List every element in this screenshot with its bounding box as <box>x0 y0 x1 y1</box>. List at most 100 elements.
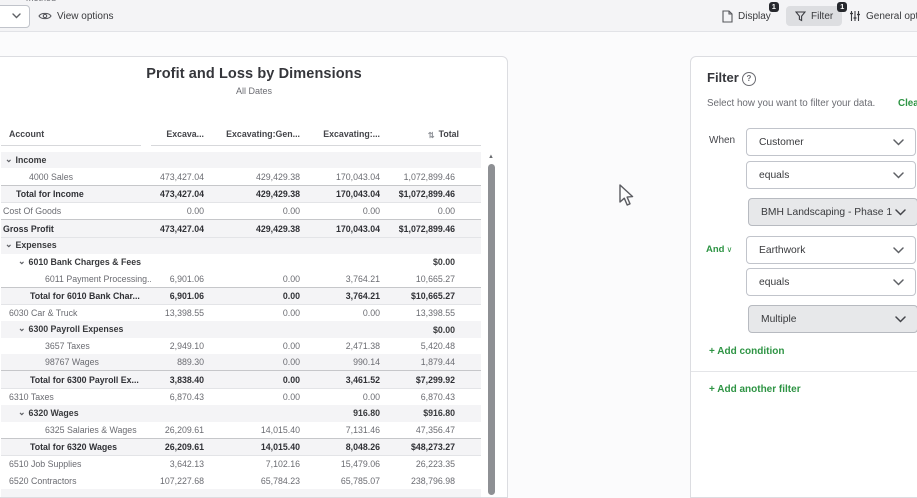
table-row[interactable]: 3657 Taxes 2,949.10 0.00 2,471.38 5,420.48 <box>1 338 481 354</box>
amount-cell: 65,784.23 <box>260 475 300 486</box>
total-cell: 6,870.43 <box>420 391 455 402</box>
amount-cell: 3,642.13 <box>169 459 204 470</box>
account-cell: Total for 6320 Wages <box>1 442 151 452</box>
total-cell: $10,665.27 <box>410 290 455 301</box>
table-row[interactable] <box>1 488 481 497</box>
filter2-value-dropdown[interactable]: Multiple <box>748 305 917 333</box>
table-row[interactable]: Total for 6320 Wages 26,209.61 14,015.40 8,… <box>1 437 481 457</box>
add-condition-link[interactable]: + Add condition <box>709 346 784 357</box>
amount-cell: 0.00 <box>282 206 300 217</box>
table-row[interactable]: 6520 Contractors 107,227.68 65,784.23 65,78… <box>1 473 481 489</box>
chevron-down-icon[interactable]: ⌄ <box>18 257 26 267</box>
chevron-down-icon[interactable]: ⌄ <box>5 155 13 165</box>
amount-cell: 473,427.04 <box>159 188 204 199</box>
table-row[interactable]: ⌄ 6320 Wages 916.80 $916.80 <box>1 405 481 422</box>
add-another-filter-link[interactable]: + Add another filter <box>709 384 801 395</box>
total-cell: $916.80 <box>423 408 455 419</box>
account-cell: Total for 6010 Bank Char... <box>1 291 151 301</box>
chevron-down-icon[interactable]: ⌄ <box>18 324 26 334</box>
amount-cell: 0.00 <box>282 290 300 301</box>
filter1-field-dropdown[interactable]: Customer <box>746 128 916 156</box>
table-row[interactable]: ⌄ Income <box>1 152 481 169</box>
filter2-field-dropdown[interactable]: Earthwork <box>746 236 916 264</box>
total-cell: 238,796.98 <box>410 475 455 486</box>
scroll-up-arrow[interactable]: ▲ <box>487 154 495 160</box>
table-row[interactable]: Total for Income 473,427.04 429,429.38 170,… <box>1 184 481 204</box>
vertical-scrollbar[interactable]: ▲ <box>487 154 495 497</box>
chevron-down-icon <box>895 209 906 216</box>
filter2-operator-dropdown[interactable]: equals <box>746 268 916 296</box>
amount-cell: 0.00 <box>282 391 300 402</box>
display-badge: 1 <box>768 2 779 12</box>
clear-all-link[interactable]: Clear all <box>898 98 917 109</box>
total-cell: $0.00 <box>432 257 455 268</box>
table-row[interactable]: 98767 Wages 889.30 0.00 990.14 1,879.44 <box>1 354 481 371</box>
display-button[interactable]: Display 1 <box>722 2 779 26</box>
table-row[interactable]: Total for 6300 Payroll Ex... 3,838.40 0.00… <box>1 370 481 389</box>
column-header-2[interactable]: Excavating:Gen... <box>204 121 300 146</box>
amount-cell: 26,209.61 <box>164 442 204 453</box>
sliders-icon <box>850 11 860 21</box>
account-cell: ⌄ 6300 Payroll Expenses <box>1 324 151 335</box>
account-label: 6320 Wages <box>28 407 79 418</box>
chevron-down-icon[interactable]: ⌄ <box>5 240 13 250</box>
column-header-total[interactable]: ⇅ Total <box>380 121 481 146</box>
filter-button[interactable]: Filter 1 <box>786 2 848 26</box>
table-row[interactable]: ⌄ Expenses <box>1 237 481 255</box>
filter1-operator-dropdown[interactable]: equals <box>746 161 916 189</box>
amount-cell: 429,429.38 <box>255 223 300 234</box>
amount-cell: 473,427.04 <box>159 223 204 234</box>
amount-cell: 6,901.06 <box>169 290 204 301</box>
table-body: ⌄ Income 4000 Sales 473,427.04 429,429.38 170… <box>1 152 481 497</box>
column-header-1[interactable]: Excava... <box>151 121 204 146</box>
amount-cell: 14,015.40 <box>260 424 300 435</box>
amount-cell: 14,015.40 <box>260 442 300 453</box>
account-label: Total for Income <box>16 188 84 199</box>
column-header-3[interactable]: Excavating:... <box>300 121 380 146</box>
table-row[interactable]: 6310 Taxes 6,870.43 0.00 0.00 6,870.43 <box>1 389 481 405</box>
table-row[interactable]: 6011 Payment Processing... 6,901.06 0.00 3,… <box>1 270 481 286</box>
column-header-account[interactable]: Account <box>1 121 141 146</box>
chevron-down-icon[interactable]: ⌄ <box>18 408 26 418</box>
amount-cell: 6,870.43 <box>169 391 204 402</box>
chevron-down-icon <box>893 172 904 179</box>
account-label: 6325 Salaries & Wages <box>45 424 137 435</box>
amount-cell: 0.00 <box>362 308 380 319</box>
table-row[interactable]: ⌄ 6010 Bank Charges & Fees $0.00 <box>1 254 481 270</box>
account-cell: Cost Of Goods <box>1 206 151 216</box>
help-icon[interactable]: ? <box>742 72 756 86</box>
and-connector[interactable]: And ∨ <box>706 244 732 255</box>
filter-panel-title: Filter <box>707 70 739 85</box>
method-dropdown[interactable] <box>0 5 30 28</box>
account-cell: 6325 Salaries & Wages <box>1 425 151 435</box>
sort-icon[interactable]: ⇅ <box>428 131 435 140</box>
table-row[interactable]: 4000 Sales 473,427.04 429,429.38 170,043.04… <box>1 168 481 184</box>
amount-cell: 429,429.38 <box>255 171 300 182</box>
scrollbar-thumb[interactable] <box>487 164 495 495</box>
table-row[interactable]: 6030 Car & Truck 13,398.55 0.00 0.00 13,398.… <box>1 305 481 321</box>
report-title: Profit and Loss by Dimensions <box>146 66 362 82</box>
account-cell: ⌄ 6320 Wages <box>1 408 151 419</box>
table-row[interactable]: ⌄ 6300 Payroll Expenses $0.00 <box>1 321 481 338</box>
table-row[interactable]: Total for 6010 Bank Char... 6,901.06 0.00 3… <box>1 286 481 306</box>
total-cell: $7,299.92 <box>415 374 455 385</box>
filter1-value-dropdown[interactable]: BMH Landscaping - Phase 1 <box>748 198 917 226</box>
filter-panel: Filter ? Select how you want to filter y… <box>690 56 917 498</box>
account-label: 6030 Car & Truck <box>9 308 78 319</box>
total-cell: $0.00 <box>432 324 455 335</box>
report-subtitle: All Dates <box>235 86 272 96</box>
account-label: Gross Profit <box>3 223 54 234</box>
table-row[interactable]: Cost Of Goods 0.00 0.00 0.00 0.00 <box>1 203 481 219</box>
amount-cell: 6,901.06 <box>169 273 204 284</box>
amount-cell: 7,131.46 <box>345 424 380 435</box>
table-row[interactable]: Gross Profit 473,427.04 429,429.38 170,043.… <box>1 219 481 238</box>
amount-cell: 13,398.55 <box>164 308 204 319</box>
amount-cell: 15,479.06 <box>340 459 380 470</box>
table-row[interactable]: 6510 Job Supplies 3,642.13 7,102.16 15,479.… <box>1 456 481 472</box>
amount-cell: 2,471.38 <box>345 340 380 351</box>
filter-funnel-icon <box>795 10 806 21</box>
view-options-button[interactable]: View options <box>38 6 114 26</box>
general-options-button[interactable]: General options <box>849 6 917 26</box>
account-cell: Total for 6300 Payroll Ex... <box>1 375 151 385</box>
table-row[interactable]: 6325 Salaries & Wages 26,209.61 14,015.40 7… <box>1 422 481 438</box>
